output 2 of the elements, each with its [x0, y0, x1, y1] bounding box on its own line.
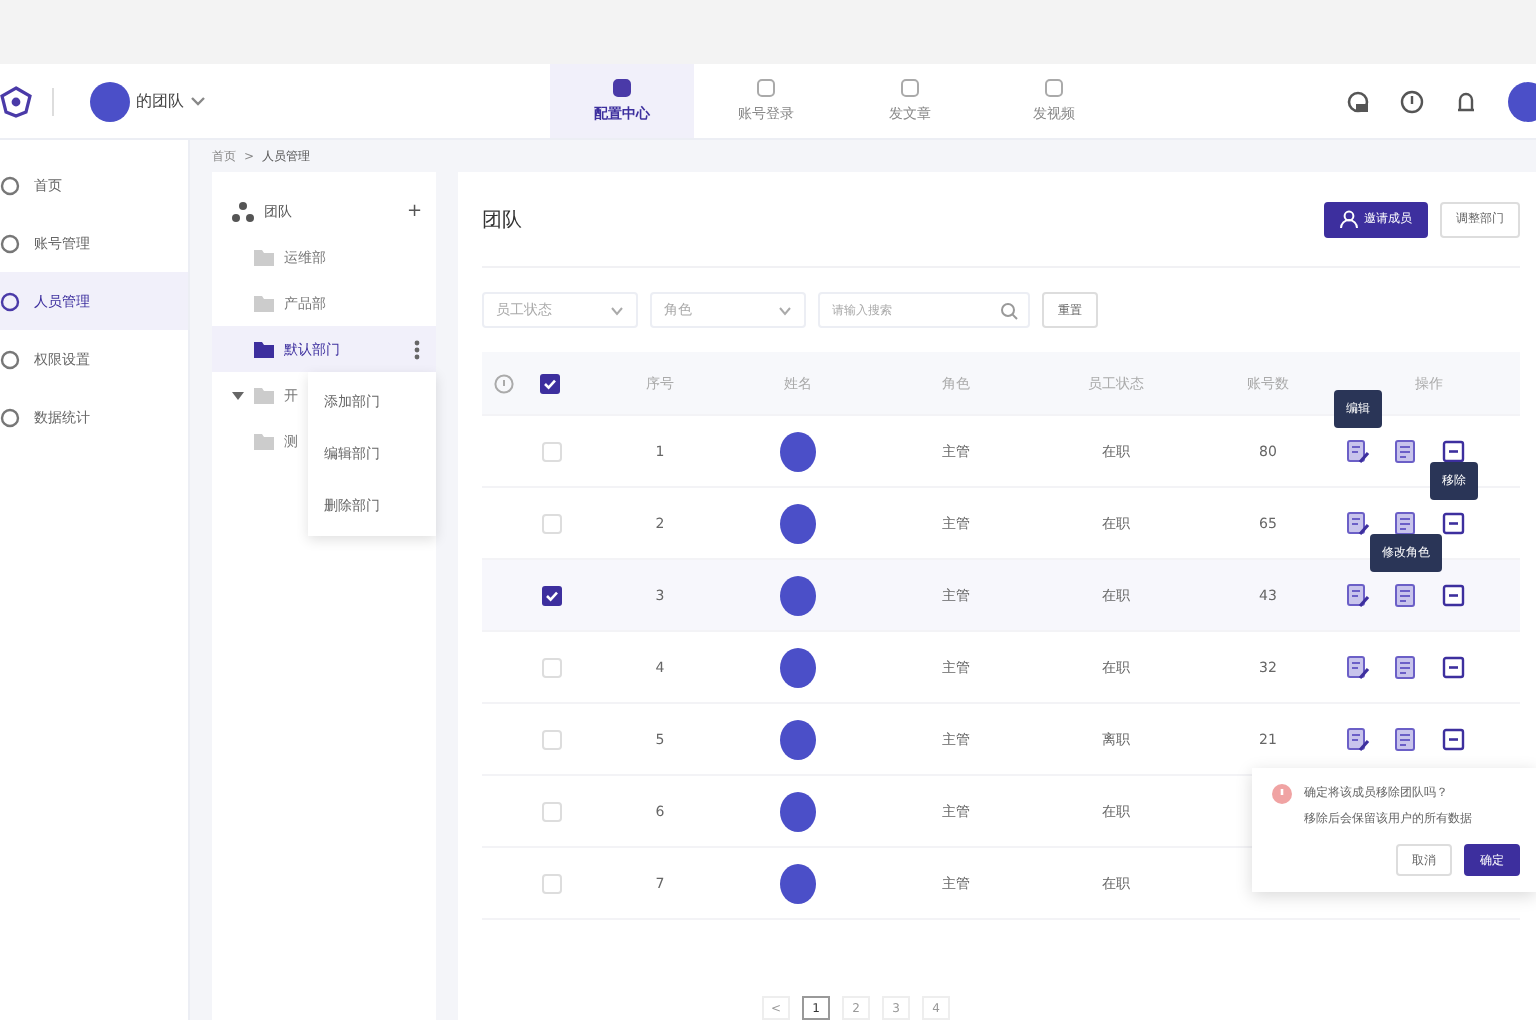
panel-title: 团队: [482, 207, 522, 233]
team-name: 的团队: [136, 90, 184, 112]
